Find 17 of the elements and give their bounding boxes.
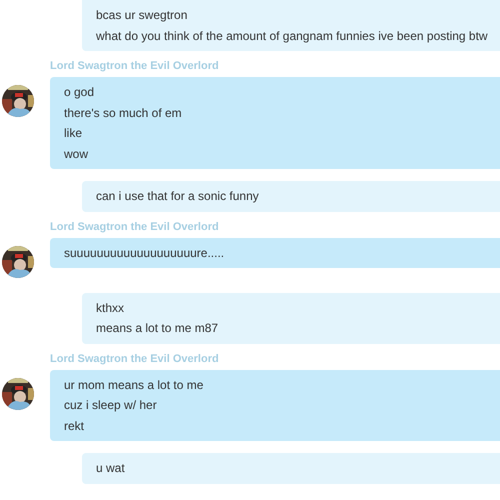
message-text: what do you think of the amount of gangnam funnies ive been posting btw (96, 28, 489, 44)
message-text: means a lot to me m87 (96, 320, 220, 337)
sender-name: Lord Swagtron the Evil Overlord (50, 352, 220, 366)
message-text: suuuuuuuuuuuuuuuuuuure..... (64, 244, 226, 262)
message-text: bcas ur swegtron (96, 7, 188, 24)
message-text: wow (64, 146, 90, 162)
message-text: cuz i sleep w/ her (64, 397, 158, 414)
message-text: can i use that for a sonic funny (96, 188, 260, 205)
sender-name: Lord Swagtron the Evil Overlord (50, 59, 220, 73)
sender-name: Lord Swagtron the Evil Overlord (50, 220, 220, 234)
message-text: like (64, 125, 84, 142)
message-text: kthxx (96, 300, 126, 316)
message-text: ur mom means a lot to me (64, 376, 204, 394)
message-text: rekt (64, 418, 86, 434)
message-text: u wat (96, 460, 126, 477)
message-text: o god (64, 84, 96, 101)
message-text: there's so much of em (64, 104, 183, 122)
